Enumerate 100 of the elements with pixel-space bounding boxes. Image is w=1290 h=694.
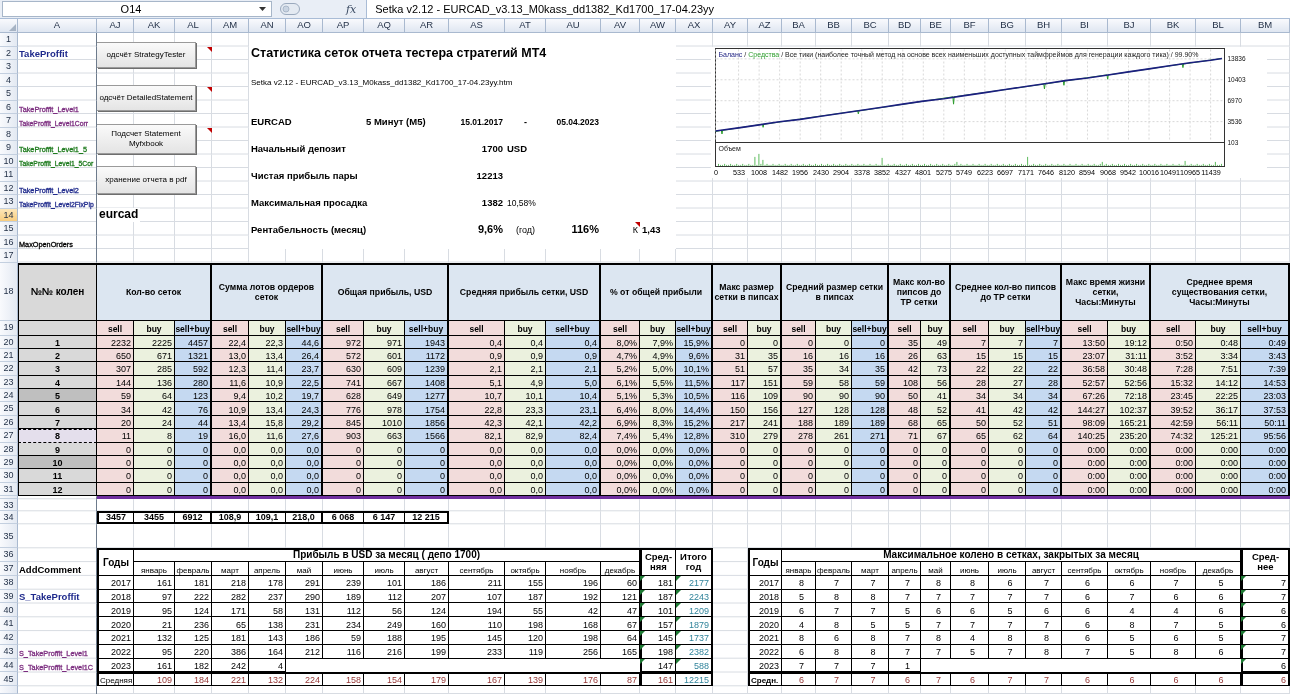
- table-cell: 62: [989, 429, 1026, 443]
- table-cell: 168: [546, 617, 601, 631]
- table-cell: 0: [175, 469, 212, 483]
- table-cell: 37:53: [1241, 402, 1290, 416]
- table-cell: 4: [1108, 603, 1151, 618]
- table-header: июнь: [951, 562, 989, 576]
- table-cell: 7: [1151, 575, 1196, 590]
- table-cell: 156: [748, 402, 782, 416]
- table-cell: 196: [546, 575, 601, 590]
- unit-label: USD: [506, 143, 529, 155]
- table-cell: 34: [951, 389, 989, 403]
- table-cell: 107: [449, 589, 505, 604]
- table-cell: 8: [921, 630, 951, 645]
- table-cell: 181: [212, 630, 249, 645]
- table-cell: 7: [1026, 575, 1062, 590]
- table-cell: 10: [18, 456, 97, 470]
- table-cell: 386: [212, 644, 249, 659]
- table-cell: 176: [546, 672, 601, 687]
- table-cell: 0,0%: [640, 456, 676, 470]
- table-header: май: [286, 562, 323, 576]
- table-cell: 6: [1196, 589, 1241, 604]
- table-cell: 22: [951, 362, 989, 376]
- table-cell: 2020: [748, 617, 782, 631]
- table-cell: 5,1%: [601, 389, 640, 403]
- table-cell: 7: [989, 617, 1026, 631]
- table-cell: 109: [134, 672, 175, 687]
- table-cell: 10,9: [212, 402, 249, 416]
- table-cell: 6: [18, 402, 97, 416]
- table-cell: 8: [852, 589, 889, 604]
- table-cell: 6: [989, 575, 1026, 590]
- table-header: декабрь: [1196, 562, 1241, 576]
- table-cell: 158: [323, 672, 364, 687]
- table-cell: 139: [505, 672, 546, 687]
- table-cell: 145: [449, 630, 505, 645]
- table-cell: 123: [175, 389, 212, 403]
- table-cell: 233: [449, 644, 505, 659]
- table-cell: 95:56: [1241, 429, 1290, 443]
- table-header: Средняя прибыль сетки, USD: [449, 262, 601, 321]
- table-cell: 649: [364, 389, 405, 403]
- table-cell: 242: [212, 658, 249, 673]
- table-cell: 0: [748, 469, 782, 483]
- table-cell: 0: [816, 456, 852, 470]
- table-cell: 8: [1026, 644, 1062, 659]
- table-header: октябрь: [1108, 562, 1151, 576]
- table-cell: 0,0: [505, 456, 546, 470]
- table-cell: 0,0: [212, 456, 249, 470]
- table-cell: 34: [816, 362, 852, 376]
- table-cell: 8: [782, 575, 816, 590]
- table-cell: 0,0: [212, 469, 249, 483]
- table-cell: 6: [1151, 672, 1196, 687]
- table-cell: 1566: [405, 429, 449, 443]
- table-header: Сред-няя: [640, 548, 676, 576]
- table-cell: 42: [1026, 402, 1062, 416]
- table-header: Сумма лотов ордеров сеток: [212, 262, 323, 321]
- table-cell: 212: [286, 644, 323, 659]
- table-cell: 261: [816, 429, 852, 443]
- table-cell: 2017: [97, 575, 134, 590]
- table-cell: 216: [364, 644, 405, 659]
- table-cell: 7: [921, 644, 951, 659]
- table-cell: 6: [1062, 589, 1108, 604]
- table-cell: 5: [18, 389, 97, 403]
- table-header: январь: [782, 562, 816, 576]
- table-header: июнь: [323, 562, 364, 576]
- table-cell: 178: [249, 575, 286, 590]
- table-cell: 7: [852, 672, 889, 687]
- table-cell: 189: [323, 589, 364, 604]
- table-cell: 0,0%: [601, 456, 640, 470]
- table-cell: 10,2: [249, 389, 286, 403]
- table-cell: 7: [852, 575, 889, 590]
- table-header: Прибыль в USD за месяц ( депо 1700): [134, 548, 640, 562]
- table-header: Итого год: [676, 548, 713, 576]
- table-cell: 211: [449, 575, 505, 590]
- table-header: Кол-во сеток: [97, 262, 212, 321]
- table-cell: 42: [134, 402, 175, 416]
- table-cell: 6: [1062, 630, 1108, 645]
- table-cell: 161: [640, 672, 676, 687]
- table-header: декабрь: [601, 562, 640, 576]
- table-cell: 278: [782, 429, 816, 443]
- table-cell: 128: [816, 402, 852, 416]
- table-cell: 3455: [134, 511, 175, 525]
- table-cell: 5,2%: [601, 362, 640, 376]
- table-cell: 143: [249, 630, 286, 645]
- stat-percent: 10,58%: [506, 198, 537, 209]
- table-cell: 82,4: [546, 429, 601, 443]
- table-cell: 310: [713, 429, 748, 443]
- table-cell: 195: [405, 630, 449, 645]
- table-cell: 0,0: [286, 469, 323, 483]
- table-cell: 1277: [405, 389, 449, 403]
- table-cell: 188: [364, 630, 405, 645]
- table-cell: 231: [286, 617, 323, 631]
- table-cell: 0,0: [286, 456, 323, 470]
- table-cell: 19: [175, 429, 212, 443]
- table-cell: 222: [175, 589, 212, 604]
- table-header: июль: [989, 562, 1026, 576]
- table-header: % от общей прибыли: [601, 262, 713, 321]
- table-cell: 235:20: [1108, 429, 1151, 443]
- table-cell: 125:21: [1196, 429, 1241, 443]
- table-cell: 256: [546, 644, 601, 659]
- table-cell: 60: [601, 575, 640, 590]
- table-cell: 8: [1026, 630, 1062, 645]
